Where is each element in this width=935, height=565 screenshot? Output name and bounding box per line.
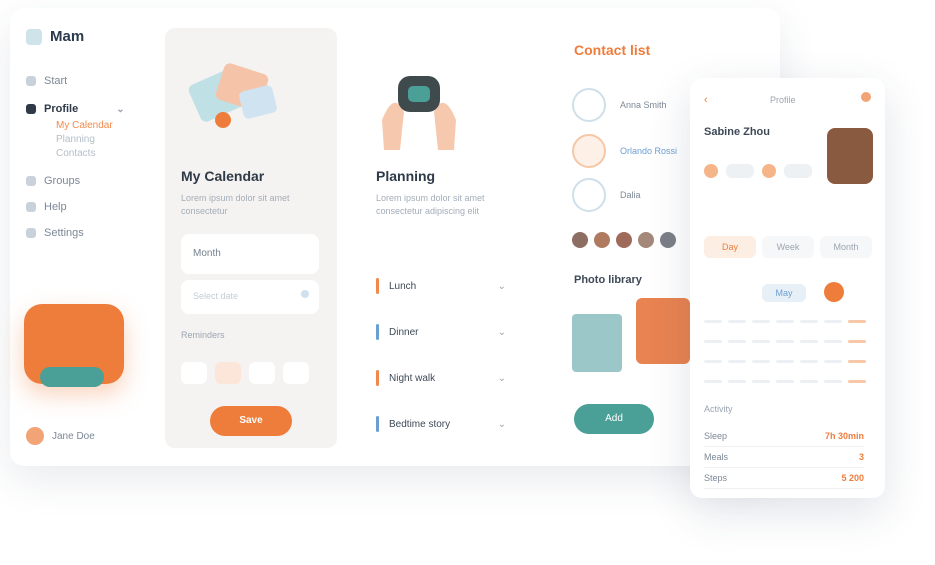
promo-illustration-base [40,367,104,387]
sidebar: Mam Start Profile ⌄ My Calendar Planning… [20,22,150,452]
help-icon [26,202,36,212]
contact-row[interactable]: Dalia [572,178,641,212]
app-name: Mam [50,28,85,45]
avatar [572,88,606,122]
menu-icon[interactable] [861,92,871,102]
chevron-down-icon: ⌄ [497,280,506,292]
color-bar [376,416,379,432]
stat-row: Sleep 7h 30min [704,426,864,447]
stats-list: Sleep 7h 30min Meals 3 Steps 5 200 [704,426,864,489]
sidebar-item-groups[interactable]: Groups [26,170,146,192]
contacts-column: Contact list Anna Smith Orlando Rossi Da… [570,36,700,446]
mobile-header-title: Profile [770,95,796,105]
planning-list: Lunch ⌄ Dinner ⌄ Night walk ⌄ Bedtime st… [376,274,506,436]
stat-row: Meals 3 [704,447,864,468]
chevron-down-icon: ⌄ [497,418,506,430]
avatar[interactable] [638,232,654,248]
planning-card: Planning Lorem ipsum dolor sit amet cons… [360,28,540,448]
save-button[interactable]: Save [210,406,292,436]
card-title: Planning [376,168,436,184]
planning-illustration [382,76,456,150]
back-arrow-icon[interactable]: ‹ [704,94,708,106]
month-select[interactable]: Month [181,234,319,274]
reminder-options [181,362,309,384]
reminder-option[interactable] [283,362,309,384]
avatar[interactable] [616,232,632,248]
sidebar-item-help[interactable]: Help [26,196,146,218]
contacts-title: Contact list [574,42,651,58]
stats-title: Activity [704,404,733,414]
subnav-item-contacts[interactable]: Contacts [56,148,146,162]
reminders-label: Reminders [181,330,225,340]
calendar-illustration [188,63,277,128]
card-subtitle: Lorem ipsum dolor sit amet consectetur [181,193,290,216]
home-icon [26,76,36,86]
sidebar-item-start[interactable]: Start [26,70,146,92]
calendar-icon [301,290,309,298]
card-subtitle: Lorem ipsum dolor sit amet consectetur a… [376,193,485,216]
sidebar-item-settings[interactable]: Settings [26,222,146,244]
add-event-button[interactable] [824,282,844,302]
list-item[interactable]: Dinner ⌄ [376,320,506,344]
group-icon [26,176,36,186]
list-item[interactable]: Night walk ⌄ [376,366,506,390]
photo-thumbnail[interactable] [636,298,690,364]
date-field[interactable]: Select date [181,280,319,314]
stat-row: Steps 5 200 [704,468,864,489]
reminder-option[interactable] [215,362,241,384]
user-name: Jane Doe [52,430,95,442]
color-bar [376,278,379,294]
avatar [572,134,606,168]
action-icon[interactable] [762,164,776,178]
list-item[interactable]: Bedtime story ⌄ [376,412,506,436]
calendar-card: My Calendar Lorem ipsum dolor sit amet c… [165,28,337,448]
contact-row[interactable]: Anna Smith [572,88,667,122]
tab-week[interactable]: Week [762,236,814,258]
period-tabs: Day Week Month [704,236,872,258]
user-icon [26,104,36,114]
avatar [572,178,606,212]
profile-photo [827,128,873,184]
avatar[interactable] [594,232,610,248]
gallery-title: Photo library [574,274,642,286]
month-chip[interactable]: May [762,284,806,302]
reminder-option[interactable] [249,362,275,384]
contact-row[interactable]: Orlando Rossi [572,134,677,168]
person-name: Sabine Zhou [704,126,770,138]
chevron-down-icon: ⌄ [497,326,506,338]
user-profile[interactable]: Jane Doe [26,427,95,445]
tab-month[interactable]: Month [820,236,872,258]
app-logo[interactable]: Mam [26,28,84,45]
quick-actions [704,164,812,178]
mobile-panel: ‹ Profile Sabine Zhou Day Week Month May… [690,78,885,498]
avatar-strip [572,232,676,248]
color-bar [376,370,379,386]
list-item[interactable]: Lunch ⌄ [376,274,506,298]
tab-day[interactable]: Day [704,236,756,258]
sidebar-item-profile[interactable]: Profile ⌄ [26,98,146,120]
avatar [26,427,44,445]
avatar[interactable] [660,232,676,248]
calendar-grid [704,314,866,388]
action-chip[interactable] [784,164,812,178]
subnav-item-planning[interactable]: Planning [56,134,146,148]
action-icon[interactable] [704,164,718,178]
action-chip[interactable] [726,164,754,178]
gear-icon [26,228,36,238]
color-bar [376,324,379,340]
avatar[interactable] [572,232,588,248]
add-button[interactable]: Add [574,404,654,434]
chevron-down-icon: ⌄ [497,372,506,384]
subnav-item-calendar[interactable]: My Calendar [56,120,146,134]
chevron-down-icon: ⌄ [116,103,125,115]
card-title: My Calendar [181,168,265,184]
reminder-option[interactable] [181,362,207,384]
logo-icon [26,28,42,45]
photo-thumbnail[interactable] [572,314,622,372]
